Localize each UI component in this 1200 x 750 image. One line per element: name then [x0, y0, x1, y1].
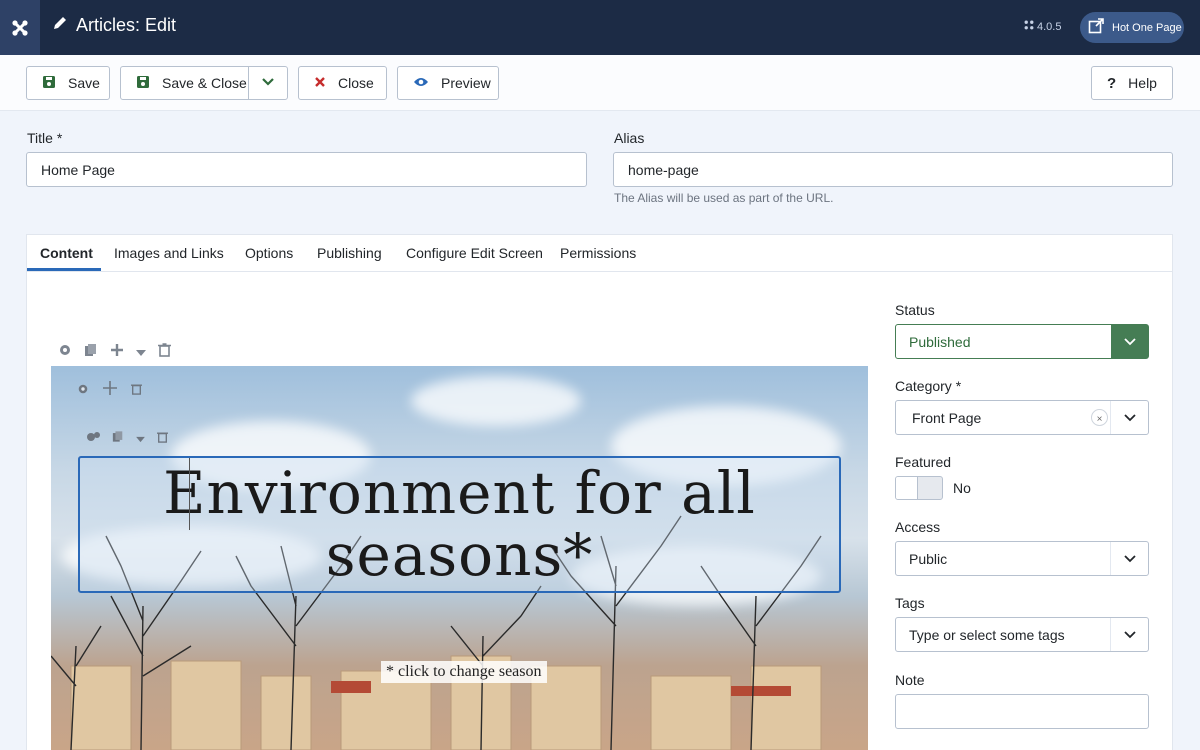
toggle-knob [896, 477, 918, 499]
save-close-label: Save & Close [162, 75, 247, 91]
change-season-link[interactable]: * click to change season [381, 661, 547, 683]
tab-publishing[interactable]: Publishing [317, 245, 382, 261]
version-text: 4.0.5 [1037, 20, 1062, 33]
move-icon[interactable] [103, 381, 117, 400]
joomla-small-icon [1024, 20, 1034, 33]
tab-configure-edit-screen[interactable]: Configure Edit Screen [406, 245, 543, 261]
gears-icon[interactable] [86, 430, 100, 448]
save-icon [136, 75, 150, 92]
chevron-down-icon [1111, 325, 1148, 358]
preview-button[interactable]: Preview [397, 66, 499, 100]
question-icon: ? [1107, 74, 1117, 92]
status-label: Status [895, 302, 935, 318]
column-toolbar [86, 430, 168, 448]
pencil-icon [52, 15, 68, 36]
save-icon [42, 75, 56, 92]
copy-icon[interactable] [84, 343, 98, 362]
row-toolbar [77, 381, 142, 400]
tags-select[interactable]: Type or select some tags [895, 617, 1149, 652]
tags-placeholder: Type or select some tags [909, 626, 1065, 643]
save-options-dropdown[interactable] [248, 66, 288, 100]
chevron-down-icon [1110, 401, 1148, 434]
help-button[interactable]: ? Help [1091, 66, 1173, 100]
preview-label: Preview [441, 75, 491, 91]
category-select[interactable]: Front Page × [895, 400, 1149, 435]
hero-headline-line-2: seasons* [325, 521, 594, 589]
featured-toggle[interactable] [895, 476, 943, 500]
page-title-text: Articles: Edit [76, 15, 177, 35]
featured-label: Featured [895, 454, 952, 470]
access-select[interactable]: Public [895, 541, 1149, 576]
top-header: Articles: Edit 4.0.5 Hot One Page [0, 0, 1200, 55]
gear-icon[interactable] [77, 382, 89, 400]
close-icon [314, 75, 326, 91]
help-label: Help [1128, 75, 1157, 91]
save-label: Save [68, 75, 100, 91]
eye-icon [413, 75, 429, 91]
tab-options[interactable]: Options [245, 245, 293, 261]
close-button[interactable]: Close [298, 66, 387, 100]
hero-headline[interactable]: Environment for all seasons* [78, 462, 841, 586]
site-link-button[interactable]: Hot One Page [1080, 12, 1184, 43]
access-label: Access [895, 519, 941, 535]
tags-label: Tags [895, 595, 925, 611]
section-toolbar [58, 343, 171, 362]
joomla-logo-icon[interactable] [0, 0, 40, 55]
active-tab-indicator [27, 268, 101, 271]
tab-content[interactable]: Content [40, 245, 93, 261]
category-value: Front Page [912, 409, 982, 426]
title-label: Title * [27, 130, 63, 146]
copy-icon[interactable] [112, 430, 124, 448]
caret-down-icon[interactable] [136, 430, 145, 448]
category-label: Category * [895, 378, 962, 394]
status-value: Published [909, 333, 971, 350]
save-button[interactable]: Save [26, 66, 110, 100]
gear-icon[interactable] [58, 343, 72, 362]
chevron-down-icon [261, 74, 275, 92]
save-close-button[interactable]: Save & Close [120, 66, 249, 100]
plus-icon[interactable] [110, 343, 124, 362]
caret-down-icon[interactable] [136, 344, 146, 362]
close-label: Close [338, 75, 374, 91]
tab-bar: Content Images and Links Options Publish… [27, 235, 1172, 272]
trash-icon[interactable] [157, 430, 168, 448]
tab-images-links[interactable]: Images and Links [114, 245, 224, 261]
status-select[interactable]: Published [895, 324, 1149, 359]
site-link-label: Hot One Page [1112, 21, 1182, 34]
hero-headline-line-1: Environment for all [163, 459, 756, 527]
chevron-down-icon [1110, 542, 1148, 575]
alias-label: Alias [614, 130, 645, 146]
access-value: Public [909, 550, 948, 567]
clear-icon[interactable]: × [1091, 409, 1108, 426]
alias-input[interactable]: home-page [613, 152, 1173, 187]
external-link-icon [1088, 18, 1104, 37]
chevron-down-icon [1110, 618, 1148, 651]
page-title: Articles: Edit [52, 15, 176, 36]
note-label: Note [895, 672, 925, 688]
tab-permissions[interactable]: Permissions [560, 245, 636, 261]
text-cursor [189, 458, 190, 530]
note-input[interactable] [895, 694, 1149, 729]
version-badge: 4.0.5 [1024, 20, 1061, 33]
title-input[interactable]: Home Page [26, 152, 587, 187]
trash-icon[interactable] [131, 382, 142, 400]
featured-value: No [953, 480, 971, 496]
trash-icon[interactable] [158, 343, 171, 362]
toolbar: Save Save & Close Close Preview ? Help [0, 55, 1200, 111]
alias-hint: The Alias will be used as part of the UR… [614, 191, 834, 205]
